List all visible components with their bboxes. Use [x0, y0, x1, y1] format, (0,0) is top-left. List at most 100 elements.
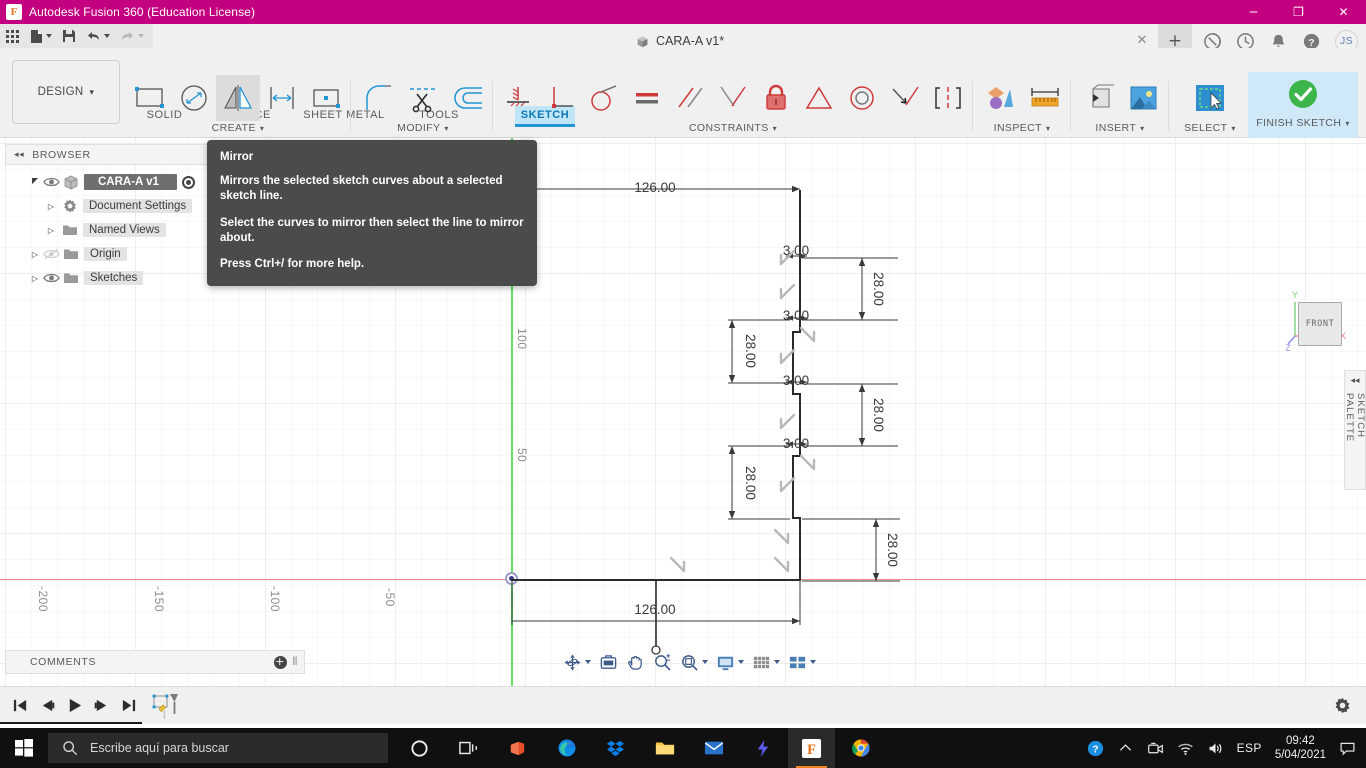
- viewports-caret-icon[interactable]: [810, 660, 816, 664]
- display-settings-icon[interactable]: [713, 651, 747, 673]
- circle-tool-icon[interactable]: [172, 75, 216, 121]
- fit-caret-icon[interactable]: [702, 660, 708, 664]
- tree-node-cara-a[interactable]: ◢ CARA-A v1: [5, 170, 210, 194]
- chrome-icon[interactable]: [837, 728, 884, 768]
- app-grid-icon[interactable]: [0, 24, 25, 48]
- mirror-tool-icon[interactable]: [216, 75, 260, 121]
- fillet-tool-icon[interactable]: [356, 75, 401, 121]
- fusion360-icon[interactable]: F: [788, 728, 835, 768]
- show-hidden-icons-icon[interactable]: [1117, 740, 1134, 757]
- equal-constraint-icon[interactable]: [625, 75, 668, 121]
- task-view-icon[interactable]: [445, 728, 492, 768]
- ribbon-group-modify-label[interactable]: MODIFY ▾: [356, 122, 490, 134]
- volume-icon[interactable]: [1207, 740, 1224, 757]
- maximize-button[interactable]: ❐: [1276, 0, 1321, 24]
- collinear-constraint-icon[interactable]: [884, 75, 927, 121]
- trim-tool-icon[interactable]: [401, 75, 446, 121]
- ribbon-group-inspect-label[interactable]: INSPECT ▾: [976, 122, 1068, 134]
- view-cube[interactable]: Y X Z FRONT: [1286, 288, 1356, 358]
- horizontal-vertical-constraint-icon[interactable]: [496, 75, 539, 121]
- document-tab-close-icon[interactable]: ✕: [1134, 32, 1150, 48]
- parallel-constraint-icon[interactable]: [668, 75, 711, 121]
- finish-sketch-check-icon[interactable]: [1280, 71, 1326, 117]
- select-window-icon[interactable]: [1187, 75, 1233, 121]
- grid-snaps-icon[interactable]: [749, 651, 783, 673]
- dropbox-icon[interactable]: [592, 728, 639, 768]
- perpendicular-constraint-icon[interactable]: [711, 75, 754, 121]
- offset-tool-icon[interactable]: [260, 75, 304, 121]
- symmetry-constraint-icon[interactable]: [927, 75, 970, 121]
- ribbon-group-finish-sketch[interactable]: FINISH SKETCH ▾: [1248, 72, 1358, 138]
- tree-node-origin[interactable]: ▷ Origin: [5, 242, 210, 266]
- play-icon[interactable]: [66, 697, 83, 714]
- add-comment-icon[interactable]: +: [274, 656, 287, 669]
- orbit-icon[interactable]: [560, 651, 594, 673]
- tree-node-named-views[interactable]: ▷ Named Views: [5, 218, 210, 242]
- measure-ruler-icon[interactable]: [1022, 75, 1068, 121]
- meet-now-icon[interactable]: [1147, 740, 1164, 757]
- ribbon-group-select-label[interactable]: SELECT ▾: [1174, 122, 1246, 134]
- visibility-eye-icon[interactable]: [43, 271, 60, 285]
- viewcube-front-face[interactable]: FRONT: [1298, 302, 1342, 346]
- measure-solids-icon[interactable]: [976, 75, 1022, 121]
- pan-icon[interactable]: [623, 651, 648, 673]
- tree-expand-icon[interactable]: ▷: [27, 270, 43, 286]
- mail-icon[interactable]: [690, 728, 737, 768]
- fix-unfix-constraint-icon[interactable]: [755, 75, 798, 121]
- tree-expand-icon[interactable]: ▷: [43, 198, 59, 214]
- go-to-beginning-icon[interactable]: [12, 697, 29, 714]
- browser-header[interactable]: ◂◂ BROWSER: [5, 144, 210, 165]
- edge-icon[interactable]: [543, 728, 590, 768]
- taskbar-clock[interactable]: 09:42 5/04/2021: [1275, 734, 1326, 762]
- undo-icon[interactable]: [81, 24, 115, 48]
- coincident-constraint-icon[interactable]: [539, 75, 582, 121]
- orbit-caret-icon[interactable]: [585, 660, 591, 664]
- viewports-icon[interactable]: [785, 651, 819, 673]
- midpoint-constraint-icon[interactable]: [798, 75, 841, 121]
- language-indicator[interactable]: ESP: [1237, 741, 1262, 755]
- ribbon-group-constraints-label[interactable]: CONSTRAINTS ▾: [496, 122, 970, 134]
- minimize-button[interactable]: ─: [1231, 0, 1276, 24]
- tree-expand-icon[interactable]: ▷: [43, 222, 59, 238]
- redo-icon[interactable]: [115, 24, 149, 48]
- look-at-icon[interactable]: [596, 651, 621, 673]
- windows-start-icon[interactable]: [0, 728, 48, 768]
- comments-resize-handle[interactable]: ⦀: [293, 656, 298, 669]
- zoom-icon[interactable]: [650, 651, 675, 673]
- cortana-icon[interactable]: [396, 728, 443, 768]
- tangent-constraint-icon[interactable]: [582, 75, 625, 121]
- save-icon[interactable]: [57, 24, 81, 48]
- tree-node-document-settings[interactable]: ▷ Document Settings: [5, 194, 210, 218]
- file-explorer-icon[interactable]: [641, 728, 688, 768]
- comments-bar[interactable]: COMMENTS + ⦀: [5, 650, 305, 674]
- fit-icon[interactable]: [677, 651, 711, 673]
- step-forward-icon[interactable]: [93, 697, 110, 714]
- visibility-off-eye-icon[interactable]: [43, 247, 60, 261]
- grid-snaps-caret-icon[interactable]: [774, 660, 780, 664]
- activate-component-radio[interactable]: [182, 176, 195, 189]
- timeline-settings-gear-icon[interactable]: [1333, 696, 1352, 715]
- ribbon-group-insert-label[interactable]: INSERT ▾: [1074, 122, 1166, 134]
- close-button[interactable]: ✕: [1321, 0, 1366, 24]
- action-center-icon[interactable]: [1339, 740, 1356, 757]
- rectangle-tool-icon[interactable]: [128, 75, 172, 121]
- undo-caret-icon[interactable]: [104, 34, 110, 38]
- visibility-eye-icon[interactable]: [43, 175, 60, 189]
- rectangular-pattern-icon[interactable]: [304, 75, 348, 121]
- tree-expand-icon[interactable]: ◢: [27, 174, 43, 190]
- sketch-palette-rail[interactable]: ◂◂ SKETCH PALETTE: [1344, 370, 1366, 490]
- insert-derive-icon[interactable]: [1074, 75, 1120, 121]
- wifi-icon[interactable]: [1177, 740, 1194, 757]
- display-settings-caret-icon[interactable]: [738, 660, 744, 664]
- new-file-caret-icon[interactable]: [46, 34, 52, 38]
- sketch-palette-collapse-icon[interactable]: ◂◂: [1350, 376, 1359, 386]
- help-circle-icon[interactable]: ?: [1087, 740, 1104, 757]
- offset-modify-icon[interactable]: [445, 75, 490, 121]
- tree-expand-icon[interactable]: ▷: [27, 246, 43, 262]
- go-to-end-icon[interactable]: [120, 697, 137, 714]
- ribbon-group-finish-sketch-label[interactable]: FINISH SKETCH ▾: [1248, 117, 1358, 129]
- insert-canvas-image-icon[interactable]: [1120, 75, 1166, 121]
- zoom-app-icon[interactable]: [739, 728, 786, 768]
- redo-caret-icon[interactable]: [138, 34, 144, 38]
- office-icon[interactable]: [494, 728, 541, 768]
